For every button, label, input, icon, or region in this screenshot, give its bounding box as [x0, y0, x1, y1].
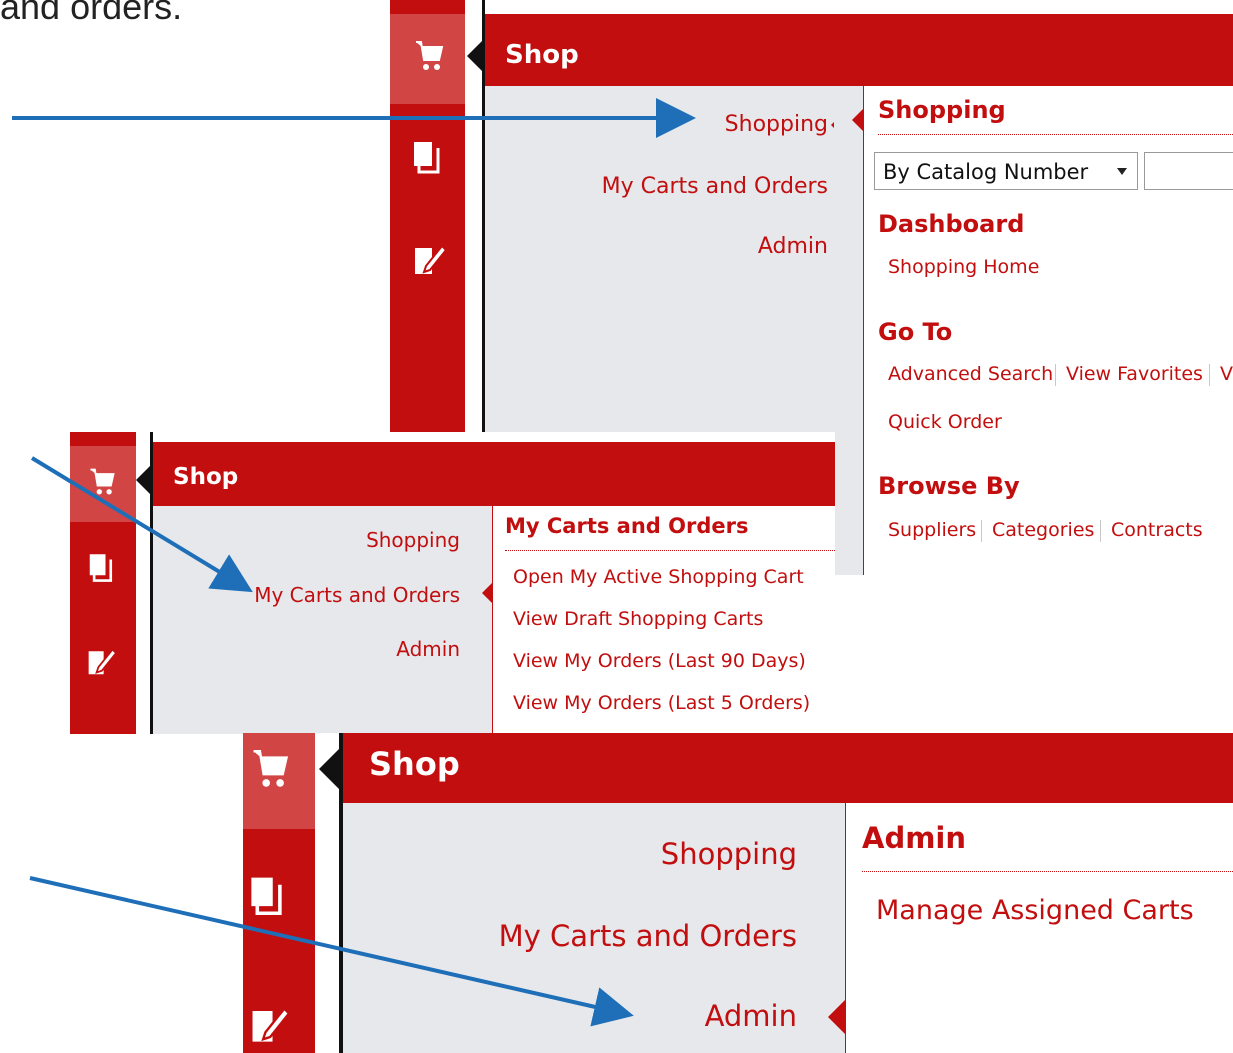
annotation-arrows	[12, 98, 696, 1027]
arrow-to-admin	[29, 876, 634, 1027]
arrow-to-my-carts-and-orders	[30, 456, 253, 593]
